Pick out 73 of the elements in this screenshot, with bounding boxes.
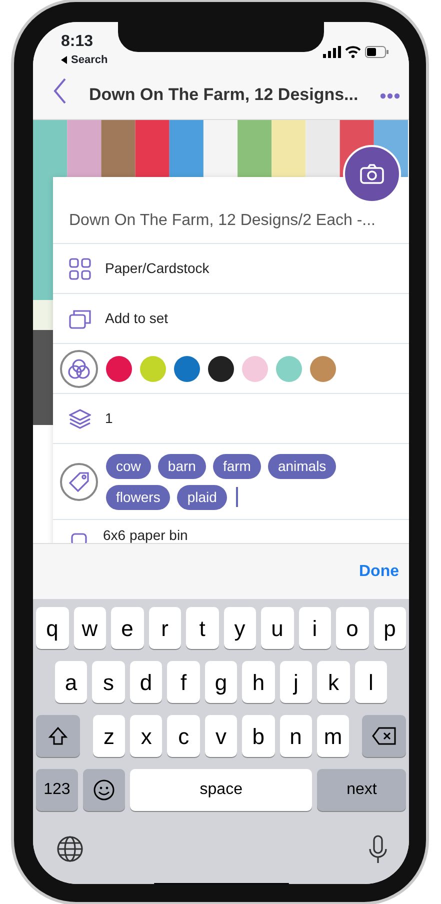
color-swatch[interactable] <box>174 356 200 382</box>
status-time: 8:13 <box>61 32 94 52</box>
key[interactable]: h <box>242 661 275 703</box>
key[interactable]: w <box>74 607 106 649</box>
text-cursor <box>236 487 238 507</box>
shift-key[interactable] <box>36 715 80 757</box>
next-key[interactable]: next <box>317 769 406 811</box>
key[interactable]: e <box>111 607 144 649</box>
color-swatch[interactable] <box>106 356 132 382</box>
backspace-icon <box>372 727 396 745</box>
key[interactable]: g <box>204 661 238 703</box>
signal-icon <box>323 46 341 58</box>
color-swatch[interactable] <box>208 356 234 382</box>
key[interactable]: y <box>224 607 256 649</box>
key[interactable]: n <box>280 715 312 757</box>
tag-icon <box>68 470 90 492</box>
globe-icon[interactable] <box>56 835 84 863</box>
key[interactable]: z <box>92 715 126 757</box>
key[interactable]: r <box>148 607 181 649</box>
key[interactable]: b <box>242 715 275 757</box>
smiley-icon <box>92 779 115 801</box>
tag-chip[interactable]: farm <box>212 454 261 478</box>
layers-icon <box>69 408 91 428</box>
chevron-left-icon <box>53 78 67 104</box>
camera-icon <box>360 164 384 184</box>
color-swatch[interactable] <box>276 356 302 382</box>
space-key[interactable]: space <box>130 769 312 811</box>
battery-icon <box>365 46 389 58</box>
key[interactable]: t <box>186 607 218 649</box>
key[interactable]: m <box>316 715 350 757</box>
key[interactable]: u <box>261 607 294 649</box>
item-title: Down On The Farm, 12 Designs/2 Each -... <box>69 211 376 231</box>
key[interactable]: d <box>130 661 162 703</box>
tag-chip[interactable]: barn <box>158 454 206 478</box>
grid-icon <box>69 258 91 280</box>
key[interactable]: a <box>54 661 88 703</box>
more-icon <box>380 92 400 98</box>
numbers-key[interactable]: 123 <box>36 769 78 811</box>
nav-title: Down On The Farm, 12 Designs... <box>89 84 358 106</box>
key[interactable]: o <box>336 607 368 649</box>
backspace-key[interactable] <box>362 715 406 757</box>
emoji-key[interactable] <box>82 769 125 811</box>
microphone-icon[interactable] <box>368 835 388 865</box>
key[interactable]: x <box>130 715 162 757</box>
key[interactable]: c <box>167 715 200 757</box>
color-swatch[interactable] <box>242 356 268 382</box>
key[interactable]: s <box>92 661 125 703</box>
category-label: Paper/Cardstock <box>105 259 210 278</box>
key[interactable]: j <box>280 661 312 703</box>
color-swatch[interactable] <box>310 356 336 382</box>
key[interactable]: v <box>204 715 238 757</box>
quantity-value: 1 <box>105 409 113 428</box>
tag-chip[interactable]: flowers <box>106 484 170 510</box>
key[interactable]: k <box>317 661 350 703</box>
shift-arrow-icon <box>48 726 68 746</box>
location-label: 6x6 paper bin <box>103 526 188 545</box>
key[interactable]: i <box>298 607 331 649</box>
back-to-app-link[interactable]: Search <box>71 52 108 68</box>
tag-chip[interactable]: cow <box>106 454 151 478</box>
key[interactable]: l <box>354 661 388 703</box>
tag-chip[interactable]: animals <box>268 454 336 478</box>
overlapping-circles-icon <box>68 358 90 378</box>
back-triangle-icon <box>61 56 67 64</box>
wifi-icon <box>345 46 361 58</box>
key[interactable]: q <box>36 607 68 649</box>
key[interactable]: p <box>374 607 406 649</box>
color-button[interactable] <box>60 350 98 388</box>
color-swatch[interactable] <box>140 356 166 382</box>
stacked-squares-icon <box>69 308 91 328</box>
key[interactable]: f <box>167 661 200 703</box>
tag-chip[interactable]: plaid <box>177 484 227 510</box>
tag-button[interactable] <box>60 462 98 500</box>
done-button[interactable]: Done <box>353 558 405 584</box>
